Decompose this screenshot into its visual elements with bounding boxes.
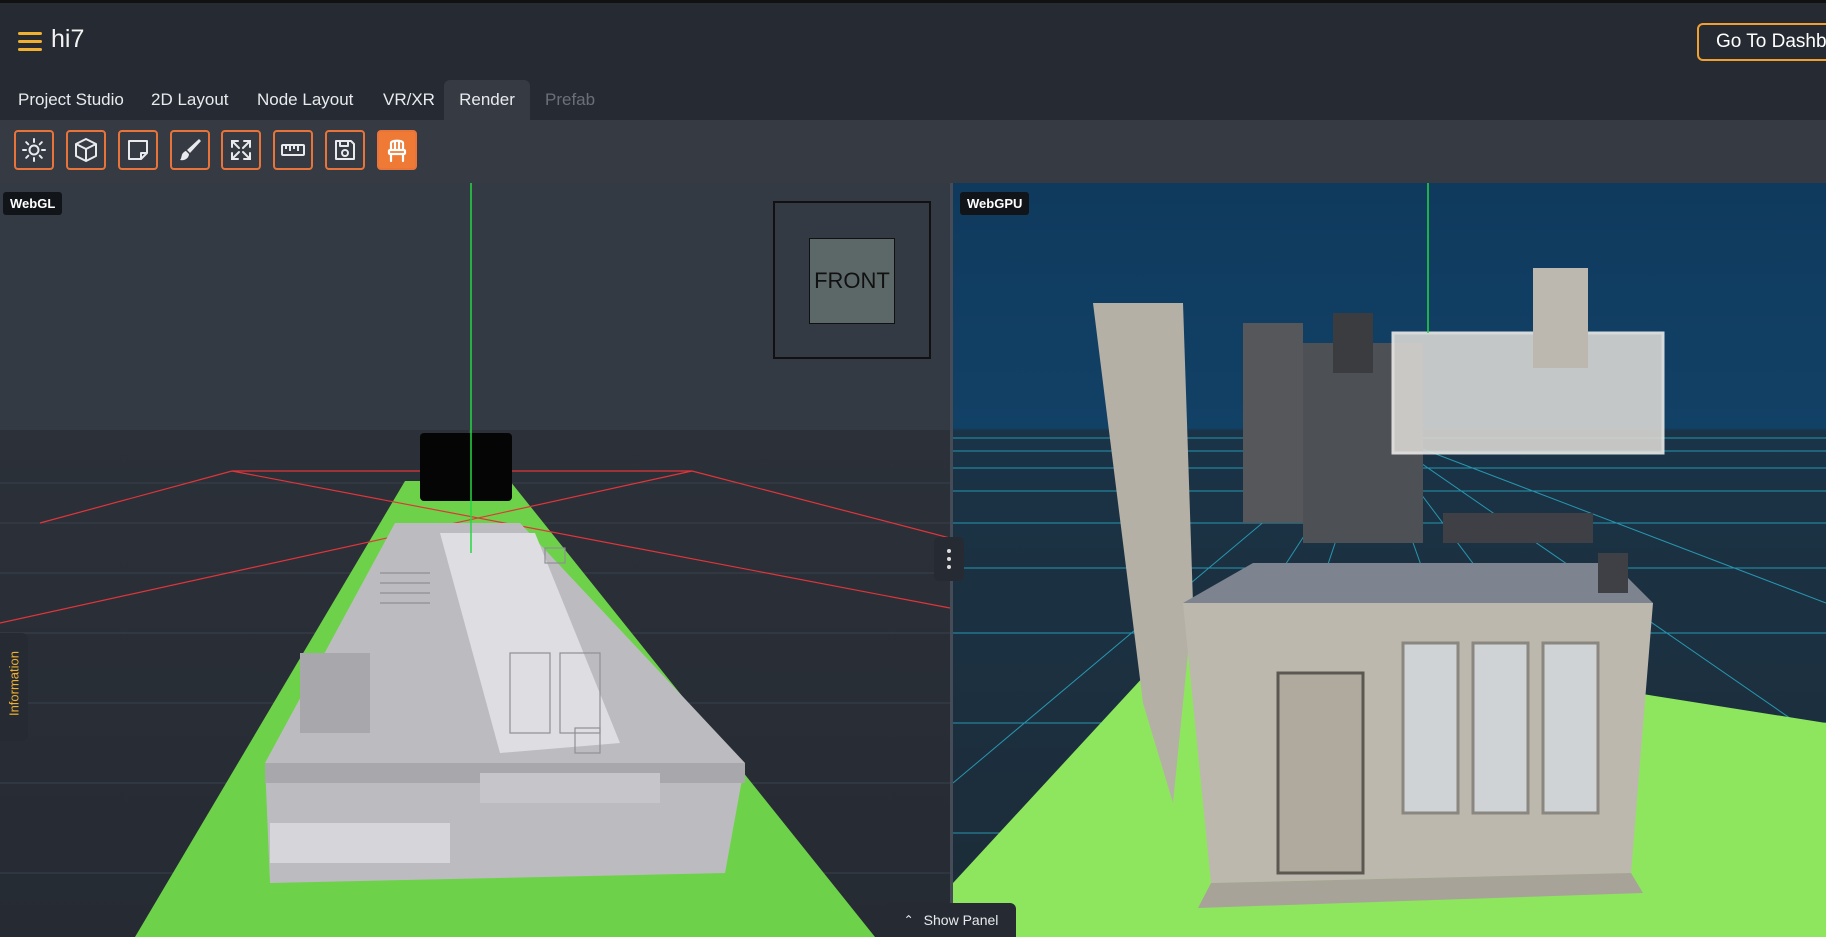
dark-block	[420, 433, 512, 501]
renderer-badge-webgpu: WebGPU	[960, 192, 1030, 215]
show-panel-label: Show Panel	[923, 912, 999, 928]
front-door	[1276, 671, 1365, 875]
viewport-split-handle[interactable]	[934, 537, 964, 581]
tab-node-layout[interactable]: Node Layout	[257, 80, 353, 120]
window-1	[1401, 641, 1460, 815]
show-panel-button[interactable]: ⌃ Show Panel	[886, 903, 1016, 937]
tab-project-studio[interactable]: Project Studio	[18, 80, 124, 120]
renderer-badge-webgl: WebGL	[3, 192, 63, 215]
webgl-viewport[interactable]: WebGL FRONT Information	[0, 183, 950, 937]
tab-prefab[interactable]: Prefab	[545, 80, 595, 120]
ruler-icon	[281, 144, 305, 156]
note-button[interactable]	[118, 130, 158, 170]
chevron-up-icon: ⌃	[903, 913, 914, 927]
paint-brush-icon	[180, 139, 201, 161]
tab-render[interactable]: Render	[444, 80, 530, 120]
expand-button[interactable]	[221, 130, 261, 170]
glass-penthouse	[1391, 331, 1665, 455]
lighting-button[interactable]	[14, 130, 54, 170]
furniture-button[interactable]	[377, 130, 417, 170]
hamburger-menu-icon[interactable]	[18, 32, 42, 52]
sticky-note-icon	[128, 140, 148, 160]
expand-icon	[231, 140, 251, 160]
cube-icon	[75, 138, 97, 162]
save-button[interactable]	[325, 130, 365, 170]
window-2	[1471, 641, 1530, 815]
mode-tabs: Project Studio 2D Layout Node Layout VR/…	[0, 78, 1826, 120]
3d-object-button[interactable]	[66, 130, 106, 170]
tab-vr-xr[interactable]: VR/XR	[383, 80, 435, 120]
app-title: hi7	[51, 25, 85, 53]
paint-button[interactable]	[170, 130, 210, 170]
roof-deck	[1183, 563, 1653, 603]
webgpu-viewport[interactable]: WebGPU	[953, 183, 1826, 937]
tab-2d-layout[interactable]: 2D Layout	[151, 80, 229, 120]
gizmo-front-face[interactable]: FRONT	[809, 238, 895, 324]
go-to-dashboard-button[interactable]: Go To Dashboard	[1697, 23, 1826, 61]
sun-icon	[22, 138, 46, 162]
top-bar: hi7 Go To Dashboard	[0, 0, 1826, 78]
chair-icon	[387, 139, 407, 163]
window-3	[1541, 641, 1600, 815]
view-cube-gizmo[interactable]: FRONT	[773, 201, 931, 359]
information-tab-label: Information	[6, 650, 22, 717]
render-toolbar	[0, 120, 1826, 183]
measure-button[interactable]	[273, 130, 313, 170]
webgpu-scene	[953, 183, 1826, 937]
save-icon	[335, 140, 355, 160]
information-side-tab[interactable]: Information	[0, 633, 28, 741]
